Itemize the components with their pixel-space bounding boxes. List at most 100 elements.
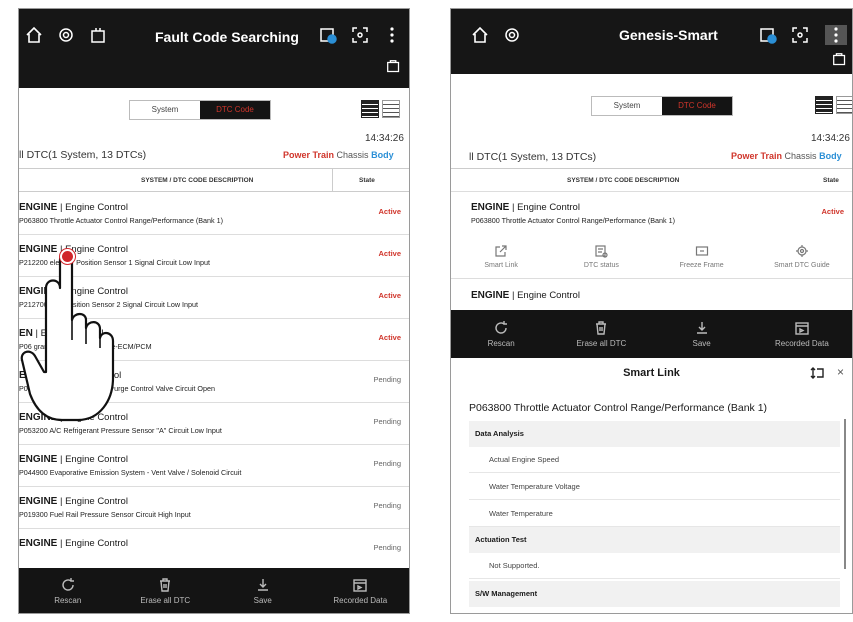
dtc-state: Pending — [373, 501, 401, 510]
screen-capture-icon[interactable] — [349, 25, 371, 45]
freeze-frame-label: Freeze Frame — [679, 262, 724, 269]
category-filter: Power Train Chassis Body — [283, 150, 394, 160]
table-row[interactable]: ENGINE | Engine Control P063800 Throttle … — [19, 193, 409, 235]
save-label: Save — [253, 596, 272, 605]
right-screen: Genesis-Smart System DTC Code 14:34:26 l… — [450, 8, 853, 614]
dtc-summary: ll DTC(1 System, 13 DTCs) — [469, 151, 597, 163]
dtc-description: P063800 Throttle Actuator Control Range/… — [19, 216, 224, 225]
column-state: State — [359, 177, 375, 184]
table-row[interactable]: ENGINE | Engine Control P044900 Evaporati… — [19, 445, 409, 487]
filter-body[interactable]: Body — [819, 151, 842, 161]
recorded-data-button[interactable]: Recorded Data — [752, 310, 852, 358]
view-toggles: System DTC Code — [19, 88, 409, 128]
list-item[interactable]: Not Supported. — [469, 553, 840, 579]
tab-system[interactable]: System — [592, 97, 662, 115]
scrollbar[interactable] — [844, 419, 846, 569]
system-subname: Engine Control — [517, 290, 580, 301]
dtc-description: P063800 Throttle Actuator Control Range/… — [471, 216, 676, 225]
tab-dtc-code[interactable]: DTC Code — [200, 101, 270, 119]
table-row[interactable]: ENGINE | Engine Control P063800 Throttle… — [451, 193, 852, 235]
list-view-icon[interactable] — [361, 100, 379, 118]
bottom-action-bar: Rescan Erase all DTC Save Recorded Data — [19, 568, 410, 613]
vehicle-icon[interactable] — [385, 58, 405, 76]
list-item[interactable]: Water Temperature — [469, 501, 840, 527]
dtc-info-icon[interactable] — [317, 25, 339, 45]
list-item[interactable]: Actual Engine Speed — [469, 447, 840, 473]
system-name: ENGINE — [471, 202, 510, 213]
column-divider — [332, 169, 333, 191]
tab-system[interactable]: System — [130, 101, 200, 119]
table-header: SYSTEM / DTC CODE DESCRIPTION State — [451, 168, 852, 192]
save-button[interactable]: Save — [214, 568, 312, 613]
screen-capture-icon[interactable] — [789, 25, 811, 45]
system-name: ENGINE — [471, 290, 510, 301]
save-button[interactable]: Save — [652, 310, 752, 358]
system-subname: Engine Control — [65, 538, 128, 549]
rescan-button[interactable]: Rescan — [451, 310, 551, 358]
dtc-state: Active — [821, 207, 844, 216]
filter-chassis[interactable]: Chassis — [337, 150, 369, 160]
smart-link-header: Smart Link × — [451, 358, 852, 390]
grid-view-icon[interactable] — [836, 96, 852, 114]
row-system: ENGINE | Engine Control — [471, 202, 580, 213]
table-row[interactable]: ENGINE | Engine Control Pending — [19, 529, 409, 571]
layout-switch — [815, 96, 852, 114]
save-label: Save — [692, 339, 711, 348]
system-subname: Engine Control — [65, 202, 128, 213]
row-action-menu: Smart Link DTC status Freeze Frame Smart… — [451, 235, 852, 279]
vehicle-icon[interactable] — [831, 51, 851, 69]
tap-gesture-hand-icon — [20, 252, 115, 422]
more-menu-icon[interactable] — [381, 25, 403, 45]
app-title: Genesis-Smart — [619, 27, 718, 43]
list-view-icon[interactable] — [815, 96, 833, 114]
row-system: ENGINE | Engine Control — [19, 202, 128, 213]
dtc-status-button[interactable]: DTC status — [551, 235, 651, 278]
grid-view-icon[interactable] — [382, 100, 400, 118]
category-filter: Power Train Chassis Body — [731, 151, 842, 161]
dtc-summary: ll DTC(1 System, 13 DTCs) — [19, 149, 147, 161]
freeze-frame-button[interactable]: Freeze Frame — [652, 235, 752, 278]
vci-icon[interactable] — [87, 25, 109, 45]
system-subname: Engine Control — [65, 496, 128, 507]
home-icon[interactable] — [23, 25, 45, 45]
rescan-label: Rescan — [54, 596, 82, 605]
table-row[interactable]: ENGINE | Engine Control P019300 Fuel Rail… — [19, 487, 409, 529]
section-sw-management[interactable]: S/W Management — [469, 581, 840, 607]
section-data-analysis[interactable]: Data Analysis — [469, 421, 840, 447]
timestamp: 14:34:26 — [811, 133, 850, 144]
filter-body[interactable]: Body — [371, 150, 394, 160]
dtc-state: Active — [378, 291, 401, 300]
table-header: SYSTEM / DTC CODE DESCRIPTION State — [19, 168, 409, 192]
section-actuation-test[interactable]: Actuation Test — [469, 527, 840, 553]
dtc-state: Active — [378, 249, 401, 258]
smart-link-button[interactable]: Smart Link — [451, 235, 551, 278]
erase-all-dtc-button[interactable]: Erase all DTC — [551, 310, 651, 358]
system-subname: Engine Control — [65, 454, 128, 465]
dtc-info-icon[interactable] — [757, 25, 779, 45]
vehicle-connect-icon[interactable] — [501, 25, 523, 45]
vehicle-connect-icon[interactable] — [55, 25, 77, 45]
smart-dtc-guide-button[interactable]: Smart DTC Guide — [752, 235, 852, 278]
smart-link-dtc-title: P063800 Throttle Actuator Control Range/… — [469, 402, 768, 414]
filter-power-train[interactable]: Power Train — [731, 151, 782, 161]
tab-dtc-code[interactable]: DTC Code — [662, 97, 732, 115]
home-icon[interactable] — [469, 25, 491, 45]
more-menu-icon[interactable] — [825, 25, 847, 45]
table-row[interactable]: ENGINE | Engine Control — [451, 280, 852, 310]
system-subname: Engine Control — [517, 202, 580, 213]
system-dtc-switch: System DTC Code — [591, 96, 733, 116]
list-item[interactable]: Water Temperature Voltage — [469, 474, 840, 500]
resize-icon[interactable] — [810, 366, 824, 380]
close-icon[interactable]: × — [837, 365, 844, 379]
recorded-data-label: Recorded Data — [774, 339, 829, 348]
dtc-state: Active — [378, 333, 401, 342]
system-name: ENGINE — [19, 496, 58, 507]
dtc-state: Active — [378, 207, 401, 216]
erase-all-dtc-button[interactable]: Erase all DTC — [117, 568, 215, 613]
recorded-data-button[interactable]: Recorded Data — [312, 568, 410, 613]
rescan-button[interactable]: Rescan — [19, 568, 117, 613]
filter-chassis[interactable]: Chassis — [785, 151, 817, 161]
layout-switch — [361, 100, 400, 118]
filter-power-train[interactable]: Power Train — [283, 150, 334, 160]
erase-label: Erase all DTC — [576, 339, 627, 348]
